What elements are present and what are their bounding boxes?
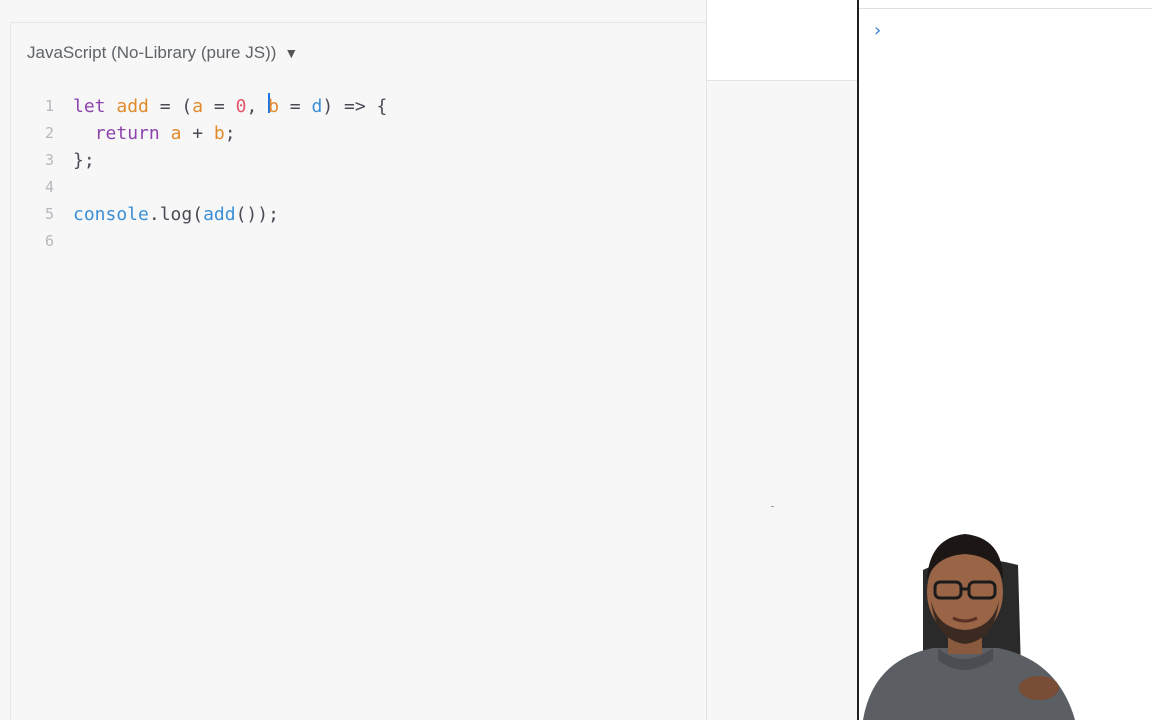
token-punctuation: = bbox=[203, 96, 236, 117]
divider-mark bbox=[771, 506, 774, 507]
caret-down-icon: ▼ bbox=[284, 45, 299, 61]
token-identifier: a bbox=[170, 123, 182, 144]
token-call: add bbox=[203, 204, 236, 225]
language-label: JavaScript (No-Library (pure JS)) bbox=[27, 43, 277, 62]
token-punctuation: = ( bbox=[148, 96, 193, 117]
token-punctuation: + bbox=[181, 123, 214, 144]
code-line: 4 bbox=[24, 174, 387, 201]
console-prompt-icon[interactable]: › bbox=[874, 20, 881, 41]
line-number: 4 bbox=[44, 178, 54, 196]
result-panel bbox=[707, 0, 857, 720]
presenter-webcam-image bbox=[863, 534, 1075, 720]
token-punctuation: ( bbox=[192, 204, 204, 225]
token-punctuation: . bbox=[148, 204, 160, 225]
token-keyword: let bbox=[73, 96, 106, 117]
token-identifier: console bbox=[73, 204, 149, 225]
token-number: 0 bbox=[235, 96, 247, 117]
code-line: 2 return a + b; bbox=[24, 120, 387, 147]
token-punctuation: ; bbox=[224, 123, 236, 144]
token-identifier: b bbox=[213, 123, 225, 144]
line-number: 1 bbox=[44, 97, 54, 115]
result-panel-header bbox=[707, 0, 857, 81]
token-param-b: b bbox=[268, 96, 279, 117]
token-method: log bbox=[159, 204, 193, 225]
line-number: 5 bbox=[44, 205, 54, 223]
console-divider bbox=[859, 8, 1152, 9]
token-punctuation: ) => { bbox=[322, 96, 388, 117]
line-number: 3 bbox=[44, 151, 54, 169]
token-function-name: add bbox=[116, 96, 149, 117]
token-default-value: d bbox=[311, 96, 323, 117]
token-punctuation: = bbox=[278, 96, 312, 117]
screen: JavaScript (No-Library (pure JS)) ▼ 1 le… bbox=[0, 0, 1152, 720]
token-punctuation: }; bbox=[73, 150, 95, 171]
code-line: 6 bbox=[24, 228, 387, 255]
code-line: 3 }; bbox=[24, 147, 387, 174]
editor-panel: JavaScript (No-Library (pure JS)) ▼ 1 le… bbox=[0, 0, 707, 720]
hand bbox=[1019, 676, 1059, 700]
token-punctuation: , bbox=[246, 96, 269, 117]
line-number: 6 bbox=[44, 232, 54, 250]
language-selector[interactable]: JavaScript (No-Library (pure JS)) ▼ bbox=[27, 41, 298, 65]
editor-top-strip bbox=[0, 0, 706, 22]
code-line: 5 console. log(add ()); bbox=[24, 201, 387, 228]
token-punctuation: ()); bbox=[235, 204, 279, 225]
token-keyword: return bbox=[94, 123, 160, 144]
line-number: 2 bbox=[44, 124, 54, 142]
code-line: 1 let add = (a = 0, b = d) => { bbox=[24, 93, 387, 120]
code-editor[interactable]: 1 let add = (a = 0, b = d) => { 2 return… bbox=[24, 93, 387, 255]
token-param-a: a bbox=[192, 96, 204, 117]
